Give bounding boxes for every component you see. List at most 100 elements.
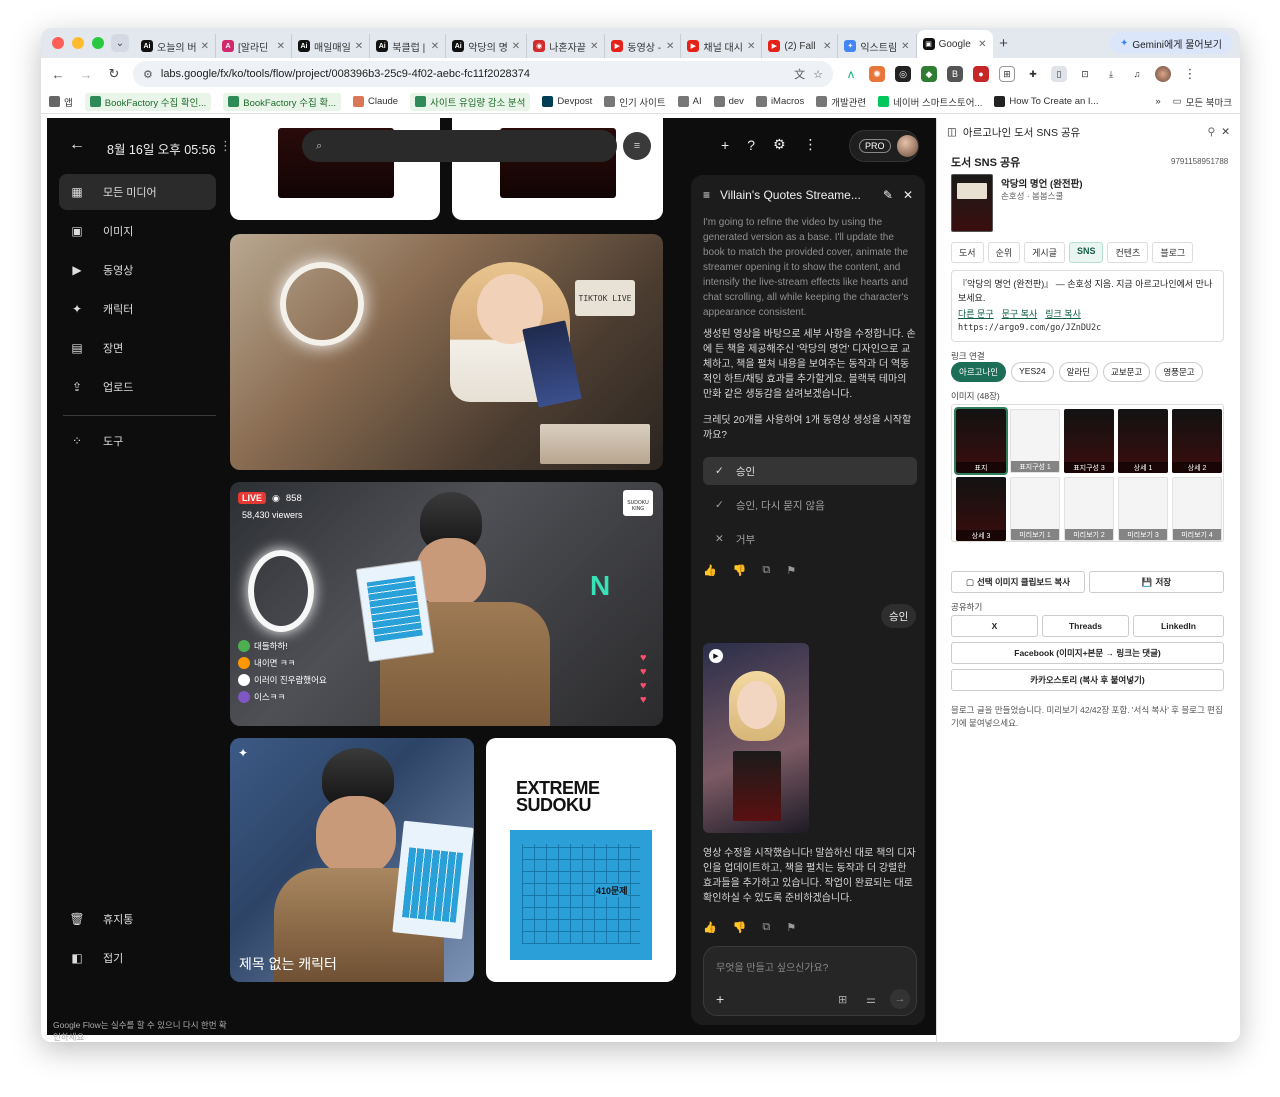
flag-icon[interactable]: ⚑ — [786, 564, 796, 577]
chat-menu-icon[interactable]: ≡ — [703, 188, 710, 202]
bookmark-item[interactable]: 개발관련 — [816, 95, 866, 109]
close-icon[interactable]: ✕ — [903, 188, 913, 202]
bookmark-item[interactable]: Claude — [352, 96, 398, 107]
forward-arrow-icon[interactable]: → — [77, 65, 95, 83]
copy-icon[interactable]: ⧉ — [762, 564, 770, 577]
profile-avatar[interactable] — [1155, 66, 1171, 82]
bookmark-star-icon[interactable]: ☆ — [813, 68, 823, 81]
media-icon[interactable]: ♫ — [1129, 66, 1145, 82]
site-info-icon[interactable]: ⚙ — [143, 68, 153, 81]
share-x-button[interactable]: X — [951, 615, 1038, 637]
image-thumbnail[interactable]: 상세 3 — [956, 477, 1006, 541]
zoom-window-button[interactable] — [92, 37, 104, 49]
tab-close-icon[interactable]: ✕ — [978, 39, 986, 50]
share-threads-button[interactable]: Threads — [1042, 615, 1129, 637]
generated-video-thumbnail[interactable]: ▶ — [703, 643, 809, 833]
browser-tab[interactable]: ▶ 채널 대시 ✕ — [681, 34, 763, 58]
browser-tab[interactable]: Ai 매일매일 ✕ — [292, 34, 371, 58]
media-card-live-sudoku[interactable]: LIVE ◉ 858 58,430 viewers SUDOKU KING N … — [230, 482, 663, 726]
screenshot-icon[interactable]: ⊡ — [1077, 66, 1093, 82]
browser-tab[interactable]: Ai 악당의 명 ✕ — [446, 34, 528, 58]
prompt-input[interactable]: 무엇을 만들고 싶으신가요? + ⊞ ⚌ → — [703, 946, 917, 1016]
extension-icon-grid[interactable]: ⊞ — [999, 66, 1015, 82]
account-pro-button[interactable]: PRO — [849, 130, 919, 162]
thumbs-up-icon[interactable]: 👍 — [703, 921, 717, 934]
attach-add-icon[interactable]: + — [716, 991, 724, 1007]
pin-icon[interactable]: ⚲ — [1207, 126, 1215, 138]
media-card-streamer[interactable]: TIKTOK LIVE — [230, 234, 663, 470]
tab-close-icon[interactable]: ✕ — [823, 41, 831, 52]
gemini-button[interactable]: ✦ Gemini에게 물어보기 — [1109, 32, 1232, 54]
settings-sliders-icon[interactable]: ⚌ — [866, 993, 876, 1006]
copy-icon[interactable]: ⧉ — [762, 921, 770, 934]
image-thumbnail[interactable]: 표지 — [954, 407, 1008, 475]
browser-tab[interactable]: ◉ 나혼자끝 ✕ — [527, 34, 606, 58]
close-window-button[interactable] — [52, 37, 64, 49]
panel-tab[interactable]: 도서 — [951, 242, 984, 263]
extension-icon-green[interactable]: ◆ — [921, 66, 937, 82]
panel-tab[interactable]: 블로그 — [1152, 242, 1194, 263]
image-thumbnail[interactable]: 상세 2 — [1172, 409, 1222, 473]
approve-always-option[interactable]: ✓ 승인, 다시 묻지 않음 — [703, 491, 917, 519]
download-icon[interactable]: ⤓ — [1103, 66, 1119, 82]
tab-close-icon[interactable]: ✕ — [431, 41, 439, 52]
bookmark-item[interactable]: Devpost — [542, 96, 592, 107]
extension-icon-a[interactable]: ʌ — [843, 66, 859, 82]
image-thumbnail[interactable]: 상세 1 — [1118, 409, 1168, 473]
browser-menu-icon[interactable]: ⋮ — [1181, 65, 1199, 83]
extension-icon-claude[interactable]: ✺ — [869, 66, 885, 82]
image-add-icon[interactable]: ⊞ — [838, 993, 847, 1006]
tab-close-icon[interactable]: ✕ — [590, 41, 598, 52]
send-arrow-icon[interactable]: → — [890, 989, 910, 1009]
address-bar[interactable]: ⚙ labs.google/fx/ko/tools/flow/project/0… — [133, 61, 833, 87]
tab-close-icon[interactable]: ✕ — [277, 41, 285, 52]
nav-trash[interactable]: 🗑 휴지통 — [59, 901, 216, 937]
browser-tab[interactable]: ▣ Google ✕ — [916, 30, 993, 58]
nav-collapse[interactable]: ◧ 접기 — [59, 940, 216, 976]
store-link-chip[interactable]: 알라딘 — [1058, 362, 1099, 382]
translate-icon[interactable]: 文 — [794, 66, 805, 82]
settings-gear-icon[interactable]: ⚙ — [773, 136, 786, 153]
bookmark-item[interactable]: BookFactory 수집 확... — [223, 92, 341, 111]
new-tab-button[interactable]: + — [993, 35, 1015, 52]
extension-icon-red[interactable]: ● — [973, 66, 989, 82]
store-link-chip[interactable]: YES24 — [1011, 362, 1054, 382]
extension-icon-openai[interactable]: ◎ — [895, 66, 911, 82]
bookmark-item[interactable]: 네이버 스마트스토어... — [878, 95, 982, 109]
minimize-window-button[interactable] — [72, 37, 84, 49]
edit-icon[interactable]: ✎ — [883, 188, 893, 202]
play-icon[interactable]: ▶ — [709, 649, 723, 663]
browser-tab[interactable]: ▶ 동영상 - ✕ — [605, 34, 682, 58]
copy-url-link[interactable]: 링크 복사 — [1045, 307, 1081, 321]
panel-tab[interactable]: 게시글 — [1024, 242, 1065, 263]
all-bookmarks-folder[interactable]: ▭ 모든 북마크 — [1173, 95, 1232, 109]
bookmark-item[interactable]: How To Create an I... — [994, 96, 1098, 107]
tab-close-icon[interactable]: ✕ — [666, 41, 674, 52]
copy-text-link[interactable]: 문구 복사 — [1002, 307, 1038, 321]
image-thumbnail[interactable]: 미리보기 1 — [1010, 477, 1060, 541]
tab-search-icon[interactable]: ⌄ — [111, 34, 129, 52]
media-card-character[interactable]: ✦ 제목 없는 캐릭터 — [230, 738, 474, 982]
media-search-input[interactable]: ⌕ — [302, 130, 617, 162]
save-button[interactable]: 💾 저장 — [1089, 571, 1224, 593]
bookmark-item[interactable]: 인기 사이트 — [604, 95, 666, 109]
help-icon[interactable]: ? — [747, 137, 755, 153]
store-link-chip[interactable]: 교보문고 — [1103, 362, 1151, 382]
reload-icon[interactable]: ↻ — [105, 65, 123, 83]
image-thumbnail[interactable]: 표지구성 3 — [1064, 409, 1114, 473]
share-facebook-button[interactable]: Facebook (이미지+본문 → 링크는 댓글) — [951, 642, 1224, 664]
nav-item[interactable]: ⇪ 업로드 — [59, 369, 216, 405]
browser-tab[interactable]: ✦ 익스트림 ✕ — [838, 34, 917, 58]
store-link-chip[interactable]: 영풍문고 — [1155, 362, 1203, 382]
flag-icon[interactable]: ⚑ — [786, 921, 796, 934]
nav-item[interactable]: ✦ 캐릭터 — [59, 291, 216, 327]
panel-tab[interactable]: 순위 — [987, 242, 1021, 263]
bookmark-item[interactable]: 사이트 유입량 감소 분석 — [410, 92, 531, 111]
thumbs-down-icon[interactable]: 👎 — [733, 921, 747, 934]
image-thumbnail[interactable]: 미리보기 2 — [1064, 477, 1114, 541]
store-link-chip[interactable]: 아르고나인 — [951, 362, 1007, 382]
back-arrow-icon[interactable]: ← — [69, 136, 85, 154]
add-icon[interactable]: + — [721, 137, 729, 153]
thumbs-down-icon[interactable]: 👎 — [733, 564, 747, 577]
approve-option[interactable]: ✓ 승인 — [703, 457, 917, 485]
